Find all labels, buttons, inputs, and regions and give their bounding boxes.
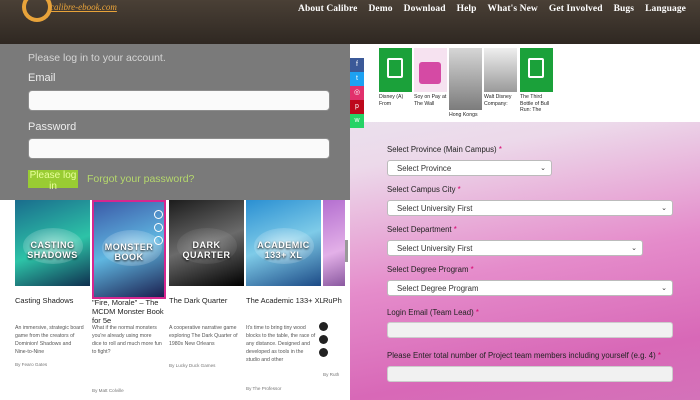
password-label: Password	[28, 121, 77, 133]
nav-item-get-involved[interactable]: Get Involved	[549, 4, 603, 14]
share-icon[interactable]	[154, 223, 163, 232]
news-thumbnail[interactable]	[484, 48, 517, 92]
book-description: An immersive, strategic board game from …	[15, 325, 84, 355]
book-description: What if the normal monsters you're alrea…	[92, 325, 162, 355]
instagram-icon[interactable]: ◎	[350, 86, 364, 100]
news-thumbnail[interactable]	[379, 48, 412, 92]
book-description: A cooperative narrative game exploring T…	[169, 325, 238, 347]
whatsapp-icon[interactable]: w	[350, 114, 364, 128]
province-label: Select Province (Main Campus) *	[387, 145, 502, 154]
nav-item-whats-new[interactable]: What's New	[488, 4, 538, 14]
campus-city-select[interactable]: Select University First ⌄	[387, 200, 673, 216]
book-title[interactable]: The Academic 133+ XL	[246, 296, 324, 305]
registration-panel: f t ◎ p w Disney (A) From Soy on Pay at …	[350, 44, 700, 400]
news-thumbnail[interactable]	[449, 48, 482, 110]
book-title[interactable]: "Fire, Morale" – The MCDM Monster Book f…	[92, 298, 170, 325]
nav-item-download[interactable]: Download	[404, 4, 446, 14]
email-input[interactable]	[28, 90, 330, 111]
book-shelf: CASTING SHADOWS Casting Shadows An immer…	[0, 200, 345, 400]
login-email-label: Login Email (Team Lead) *	[387, 308, 479, 317]
news-thumbnail[interactable]	[520, 48, 553, 92]
book-author: By Matt Colville	[92, 388, 124, 393]
news-caption[interactable]: Walt Disney Company:	[484, 94, 520, 107]
logo-text[interactable]: calibre-ebook.com	[50, 2, 117, 12]
news-caption[interactable]: Disney (A) From	[379, 94, 415, 107]
password-input[interactable]	[28, 138, 330, 159]
news-thumbnail[interactable]	[414, 48, 447, 92]
login-email-input[interactable]	[387, 322, 673, 338]
news-caption[interactable]: Soy on Pay at The Wall	[414, 94, 450, 107]
news-caption[interactable]: Hong Kongs	[449, 112, 485, 119]
news-strip: f t ◎ p w Disney (A) From Soy on Pay at …	[350, 44, 700, 128]
book-cover-title: ACADEMIC 133+ XL	[257, 240, 310, 260]
news-caption[interactable]: The Third Bottle of Bull Run: The	[520, 94, 556, 114]
campus-city-label: Select Campus City *	[387, 185, 461, 194]
degree-program-select[interactable]: Select Degree Program ⌄	[387, 280, 673, 296]
heart-icon[interactable]	[319, 335, 328, 344]
nav-item-demo[interactable]: Demo	[368, 4, 392, 14]
nav-item-bugs[interactable]: Bugs	[614, 4, 634, 14]
book-cover-title: CASTING SHADOWS	[27, 240, 78, 260]
bookmark-icon[interactable]	[154, 210, 163, 219]
twitter-icon[interactable]: t	[350, 72, 364, 86]
calibre-logo-icon[interactable]	[22, 0, 52, 22]
book-cover[interactable]: CASTING SHADOWS	[15, 200, 90, 286]
main-nav: About Calibre Demo Download Help What's …	[298, 4, 686, 14]
book-author: By The Professor	[246, 386, 282, 391]
book-cover-title: DARK QUARTER	[182, 240, 231, 260]
province-select[interactable]: Select Province ⌄	[387, 160, 552, 176]
email-label: Email	[28, 72, 56, 84]
facebook-icon[interactable]: f	[350, 58, 364, 72]
book-author: By Ruth	[323, 372, 340, 377]
forgot-password-link[interactable]: Forgot your password?	[87, 173, 194, 185]
book-author: By Lucky Duck Games	[169, 363, 216, 368]
cart-icon[interactable]	[319, 322, 328, 331]
book-cover-title: MONSTER BOOK	[104, 242, 154, 262]
nav-item-language[interactable]: Language	[645, 4, 686, 14]
panel-resize-handle[interactable]	[345, 240, 348, 262]
nav-item-help[interactable]: Help	[457, 4, 477, 14]
login-panel: Please log in to your account. Email Pas…	[0, 44, 350, 200]
login-button[interactable]: Please log in	[28, 170, 78, 192]
team-members-input[interactable]	[387, 366, 673, 382]
team-members-label: Please Enter total number of Project tea…	[387, 351, 661, 360]
chevron-down-icon: ⌄	[540, 165, 546, 172]
book-title[interactable]: Casting Shadows	[15, 296, 93, 305]
book-description: It's time to bring tiny wood blocks to t…	[246, 325, 316, 363]
top-navigation-bar: calibre-ebook.com About Calibre Demo Dow…	[0, 0, 700, 44]
department-select[interactable]: Select University First ⌄	[387, 240, 643, 256]
book-title[interactable]: The Dark Quarter	[169, 296, 247, 305]
book-cover[interactable]: DARK QUARTER	[169, 200, 244, 286]
book-card[interactable]: RuPh By Ruth	[323, 200, 345, 400]
chevron-down-icon: ⌄	[631, 245, 637, 252]
degree-program-label: Select Degree Program *	[387, 265, 474, 274]
book-author: By Fearo Gates	[15, 362, 48, 367]
book-title[interactable]: RuPh	[323, 296, 345, 305]
book-cover[interactable]	[323, 200, 345, 286]
login-intro: Please log in to your account.	[28, 52, 166, 64]
social-share-bar: f t ◎ p w	[350, 58, 364, 128]
department-label: Select Department *	[387, 225, 457, 234]
share-icon[interactable]	[319, 348, 328, 357]
info-icon[interactable]	[154, 236, 163, 245]
pinterest-icon[interactable]: p	[350, 100, 364, 114]
book-cover[interactable]: ACADEMIC 133+ XL	[246, 200, 321, 286]
chevron-down-icon: ⌄	[661, 285, 667, 292]
nav-item-about[interactable]: About Calibre	[298, 4, 357, 14]
chevron-down-icon: ⌄	[661, 205, 667, 212]
